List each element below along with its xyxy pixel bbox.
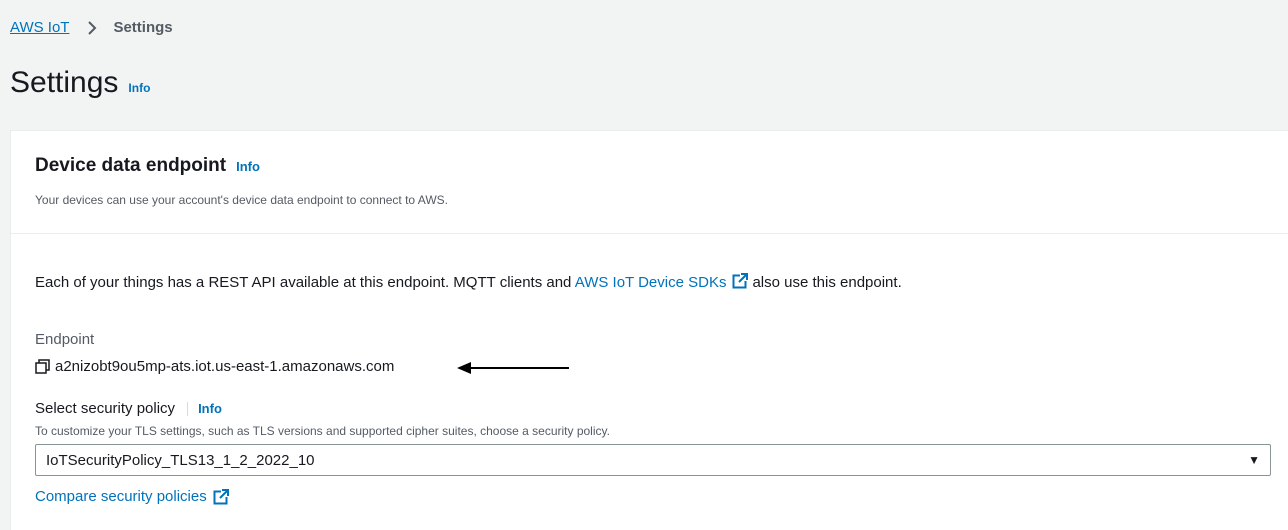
breadcrumb: AWS IoT Settings [10,19,173,36]
panel-header: Device data endpoint Info Your devices c… [11,131,1288,234]
label-divider [187,401,189,416]
endpoint-label: Endpoint [35,331,95,348]
security-policy-label-row: Select security policy Info [35,400,222,417]
security-policy-selected-value: IoTSecurityPolicy_TLS13_1_2_2022_10 [46,451,315,469]
page-info-link[interactable]: Info [128,81,150,95]
compare-security-policies-row: Compare security policies [35,488,233,505]
panel-description: Your devices can use your account's devi… [35,193,448,207]
aws-iot-device-sdks-link[interactable]: AWS IoT Device SDKs [575,274,727,291]
explanation-text-after: also use this endpoint. [752,274,902,291]
endpoint-value: a2nizobt9ou5mp-ats.iot.us-east-1.amazona… [55,358,395,375]
page-header: Settings Info [10,66,150,100]
breadcrumb-current: Settings [113,19,173,36]
chevron-right-icon [88,20,97,35]
endpoint-value-row: a2nizobt9ou5mp-ats.iot.us-east-1.amazona… [35,358,394,375]
security-policy-description: To customize your TLS settings, such as … [35,424,610,438]
page-title: Settings [10,66,119,99]
compare-security-policies-link[interactable]: Compare security policies [35,488,207,505]
copy-icon[interactable] [35,359,50,374]
external-link-icon[interactable] [732,273,749,289]
endpoint-explanation: Each of your things has a REST API avail… [35,273,902,291]
arrow-left-icon [457,362,569,374]
caret-down-icon[interactable]: ▼ [1248,453,1260,467]
panel-info-link[interactable]: Info [236,159,260,174]
security-policy-select[interactable]: IoTSecurityPolicy_TLS13_1_2_2022_10 ▼ [35,444,1271,476]
security-policy-label: Select security policy [35,400,176,417]
explanation-text-before: Each of your things has a REST API avail… [35,274,575,291]
breadcrumb-aws-iot-link[interactable]: AWS IoT [10,19,69,36]
external-link-icon[interactable] [213,488,229,505]
device-data-endpoint-panel: Device data endpoint Info Your devices c… [10,130,1288,530]
security-policy-info-link[interactable]: Info [198,401,222,416]
panel-title: Device data endpoint [35,155,227,176]
